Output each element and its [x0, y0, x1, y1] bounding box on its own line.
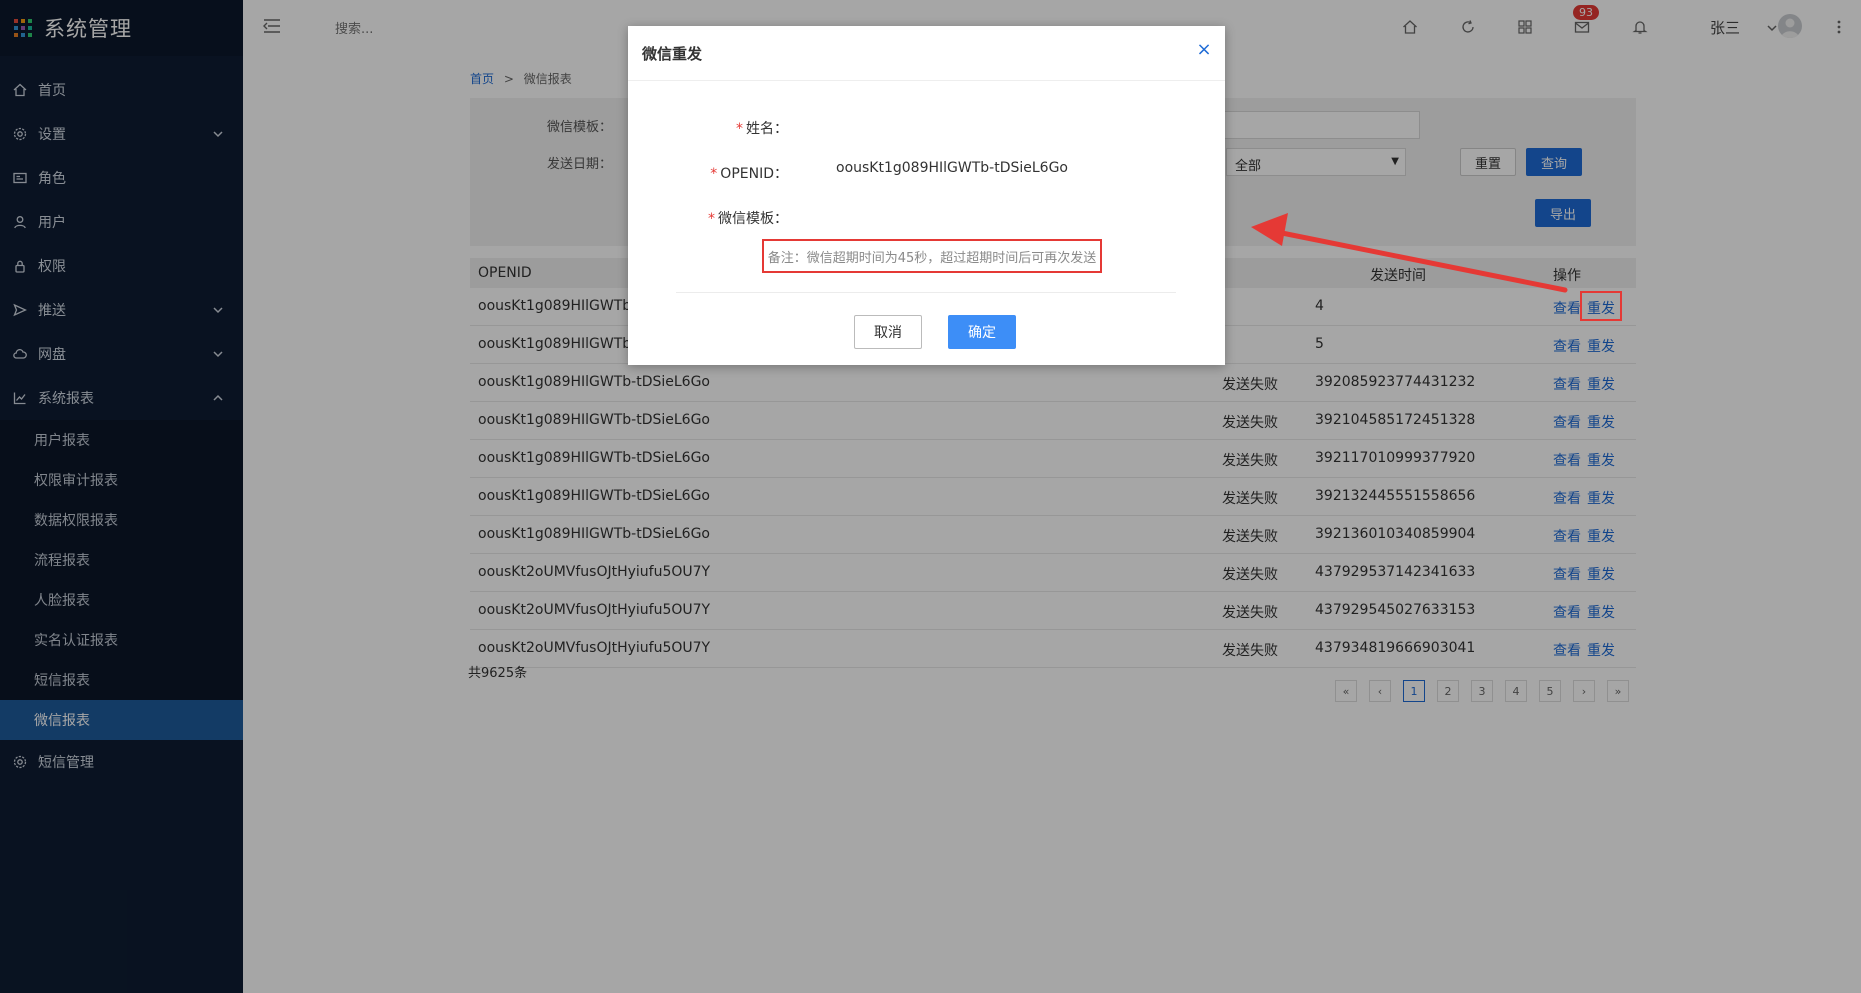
name-label-text: 姓名： [746, 121, 788, 137]
close-icon[interactable]: × [1193, 38, 1215, 60]
resend-dialog: 微信重发 × * 姓名： * OPENID： oousKt1g089HIlGWTb-… [628, 26, 1225, 365]
openid-label: * OPENID： [628, 163, 788, 183]
cancel-button[interactable]: 取消 [854, 315, 922, 349]
dialog-header: 微信重发 × [628, 26, 1225, 81]
note-text: 备注：微信超期时间为45秒，超过超期时间后可再次发送 [762, 239, 1102, 273]
confirm-button[interactable]: 确定 [948, 315, 1016, 349]
resend-highlight-box [1580, 291, 1622, 321]
name-label: * 姓名： [628, 118, 788, 138]
openid-label-text: OPENID： [720, 166, 788, 182]
required-mark: * [710, 166, 718, 182]
dialog-divider [676, 292, 1176, 293]
required-mark: * [736, 121, 743, 137]
required-mark: * [708, 211, 715, 227]
dialog-title: 微信重发 [642, 45, 703, 63]
template-label: * 微信模板： [628, 208, 788, 228]
openid-value: oousKt1g089HIlGWTb-tDSieL6Go [836, 160, 1068, 176]
template-label-text: 微信模板： [718, 211, 788, 227]
